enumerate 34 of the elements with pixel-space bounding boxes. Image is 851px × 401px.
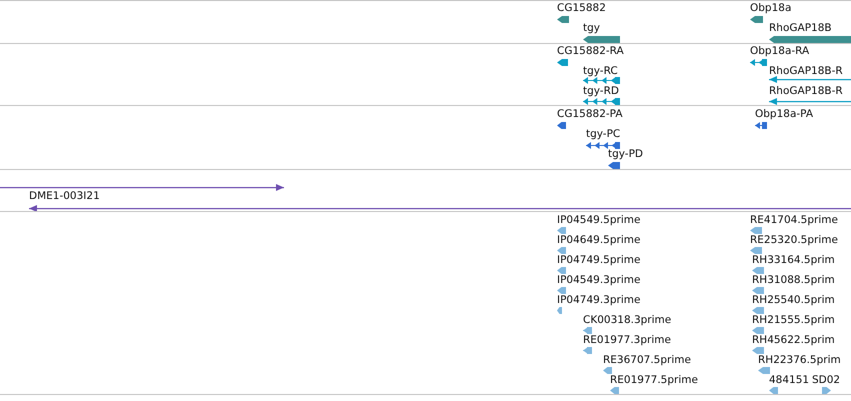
feature-label: IP04749.5prime [557, 254, 640, 267]
feature-label: RE01977.5prime [610, 374, 698, 387]
feature-label: RhoGAP18B-R [769, 65, 843, 78]
feature-label: IP04749.3prime [557, 294, 640, 307]
feature-label: CG15882-PA [557, 108, 623, 121]
feature-label: RhoGAP18B-R [769, 85, 843, 98]
feature-label: DME1-003I21 [29, 190, 100, 203]
feature-label: 484151 [769, 374, 810, 387]
feature-label: IP04549.5prime [557, 214, 640, 227]
feature-label: tgy-PC [586, 128, 620, 141]
feature-label: RH22376.5prim [758, 354, 841, 367]
feature-label: Obp18a-PA [755, 108, 814, 121]
feature-label: RH25540.5prim [752, 294, 835, 307]
feature-label: tgy-PD [608, 148, 644, 161]
feature-label: RH45622.5prim [752, 334, 835, 347]
feature-label: tgy-RC [583, 65, 618, 78]
feature-label: RE36707.5prime [603, 354, 691, 367]
feature-label: CG15882-RA [557, 45, 624, 58]
feature-label: tgy-RD [583, 85, 619, 98]
feature-label: CK00318.3prime [583, 314, 672, 327]
feature-label: CG15882 [557, 2, 606, 15]
feature-label: SD02 [812, 374, 840, 387]
feature-label: IP04649.5prime [557, 234, 640, 247]
feature-label: RE25320.5prime [750, 234, 838, 247]
feature-label: Obp18a-RA [750, 45, 810, 58]
feature-label: RE41704.5prime [750, 214, 838, 227]
feature-label: RhoGAP18B [769, 22, 832, 35]
feature-label: tgy [583, 22, 600, 35]
feature-label: IP04549.3prime [557, 274, 640, 287]
feature-label: RH21555.5prim [752, 314, 835, 327]
feature-label: RH31088.5prim [752, 274, 835, 287]
feature-label: Obp18a [750, 2, 792, 15]
feature-label: RE01977.3prime [583, 334, 671, 347]
feature-label: RH33164.5prim [752, 254, 835, 267]
